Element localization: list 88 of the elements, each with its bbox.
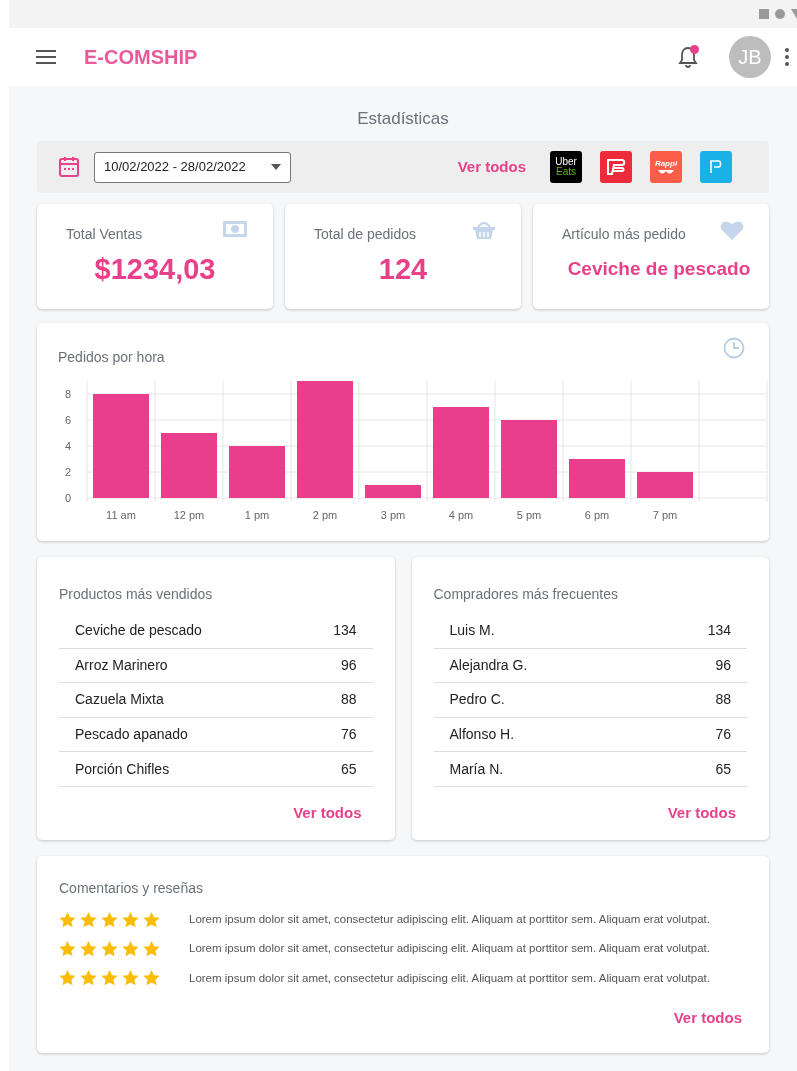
view-all-link[interactable]: Ver todos	[457, 155, 526, 179]
view-all-link[interactable]: Ver todos	[673, 1006, 742, 1030]
heart-icon	[720, 220, 744, 241]
star-icon	[101, 940, 118, 957]
stat-label: Artículo más pedido	[562, 225, 686, 244]
item-count: 134	[333, 621, 357, 641]
chart-bar	[229, 446, 285, 498]
item-count: 134	[707, 621, 731, 641]
item-count: 96	[715, 655, 731, 675]
star-icon	[80, 940, 97, 957]
item-count: 88	[340, 690, 357, 710]
review-text: Lorem ipsum dolor sit amet, consectetur adipiscing elit. Aliquam at porttitor sem. Aliquam erat volutpat.	[189, 912, 710, 927]
star-icon	[80, 911, 97, 928]
y-axis-label: 4	[64, 440, 71, 452]
delivery-app-logo[interactable]	[600, 151, 632, 183]
star-icon	[143, 970, 160, 987]
item-count: 65	[715, 759, 731, 779]
x-axis-label: 12 pm	[173, 509, 205, 521]
menu-icon[interactable]	[36, 50, 56, 64]
star-icon	[59, 911, 76, 928]
item-count: 76	[715, 725, 731, 745]
card-title: Comentarios y reseñas	[59, 879, 203, 898]
star-icon	[143, 911, 160, 928]
calendar-icon[interactable]	[59, 156, 79, 178]
chart-bar	[569, 459, 625, 498]
clock-icon	[723, 337, 745, 359]
view-all-link[interactable]: Ver todos	[667, 801, 736, 825]
delivery-app-logo[interactable]: Uber Eats	[550, 151, 582, 183]
more-options-icon[interactable]	[785, 48, 789, 66]
card-title: Productos más vendidos	[59, 585, 213, 604]
star-icon	[59, 940, 76, 957]
stat-label: Total de pedidos	[314, 225, 416, 244]
item-name: Alfonso H.	[449, 725, 515, 745]
page-title: Estadísticas	[357, 107, 449, 130]
dropdown-caret-icon	[271, 164, 281, 170]
star-icon	[80, 970, 97, 987]
y-axis-label: 0	[64, 492, 71, 504]
view-all-link[interactable]: Ver todos	[293, 801, 362, 825]
chart-bar	[161, 433, 217, 498]
status-square-icon	[759, 9, 769, 19]
y-axis-label: 2	[64, 466, 71, 478]
x-axis-label: 4 pm	[448, 509, 474, 521]
star-icon	[59, 970, 76, 987]
delivery-app-logo[interactable]: Rappi	[650, 151, 682, 183]
item-name: Alejandra G.	[449, 655, 528, 675]
item-name: Pescado apanado	[75, 725, 188, 745]
item-name: Pedro C.	[449, 690, 505, 710]
star-icon	[143, 940, 160, 957]
date-range-dropdown[interactable]: 10/02/2022 - 28/02/2022	[94, 151, 291, 183]
star-icon	[122, 911, 139, 928]
star-icon	[101, 970, 118, 987]
notification-bell-icon[interactable]	[677, 45, 699, 69]
star-icon	[122, 970, 139, 987]
x-axis-label: 2 pm	[312, 509, 338, 521]
card-title: Compradores más frecuentes	[433, 585, 618, 604]
basket-icon	[472, 220, 496, 240]
item-name: Arroz Marinero	[75, 655, 168, 675]
stat-value: 124	[378, 252, 428, 287]
x-axis-label: 1 pm	[244, 509, 270, 521]
item-name: Porción Chifles	[75, 759, 170, 779]
item-count: 96	[340, 655, 357, 675]
y-axis-label: 8	[64, 388, 71, 400]
item-count: 65	[340, 759, 357, 779]
item-count: 76	[340, 725, 357, 745]
y-axis-label: 6	[64, 414, 71, 426]
app-title: E-COMSHIP	[84, 45, 198, 70]
item-name: Cazuela Mixta	[75, 690, 164, 710]
x-axis-label: 3 pm	[380, 509, 406, 521]
stat-value: $1234,03	[94, 252, 216, 287]
x-axis-label: 11 am	[106, 509, 136, 521]
item-name: Ceviche de pescado	[75, 621, 202, 641]
chart-title: Pedidos por hora	[58, 348, 165, 367]
x-axis-label: 7 pm	[652, 509, 678, 521]
banknote-icon	[222, 220, 248, 238]
stat-label: Total Ventas	[66, 225, 143, 244]
chart-bar	[365, 485, 421, 498]
x-axis-label: 5 pm	[516, 509, 542, 521]
review-text: Lorem ipsum dolor sit amet, consectetur adipiscing elit. Aliquam at porttitor sem. Aliquam erat volutpat.	[189, 941, 710, 957]
star-icon	[122, 940, 139, 957]
review-text: Lorem ipsum dolor sit amet, consectetur adipiscing elit. Aliquam at porttitor sem. Aliquam erat volutpat.	[189, 970, 710, 986]
stat-value: Ceviche de pescado	[567, 257, 751, 281]
item-name: Luis M.	[449, 621, 495, 641]
item-name: María N.	[449, 759, 504, 779]
star-icon	[101, 911, 118, 928]
status-signal-icon	[791, 9, 797, 19]
chart-bar	[637, 472, 693, 498]
x-axis-label: 6 pm	[584, 509, 610, 521]
item-count: 88	[715, 690, 731, 710]
